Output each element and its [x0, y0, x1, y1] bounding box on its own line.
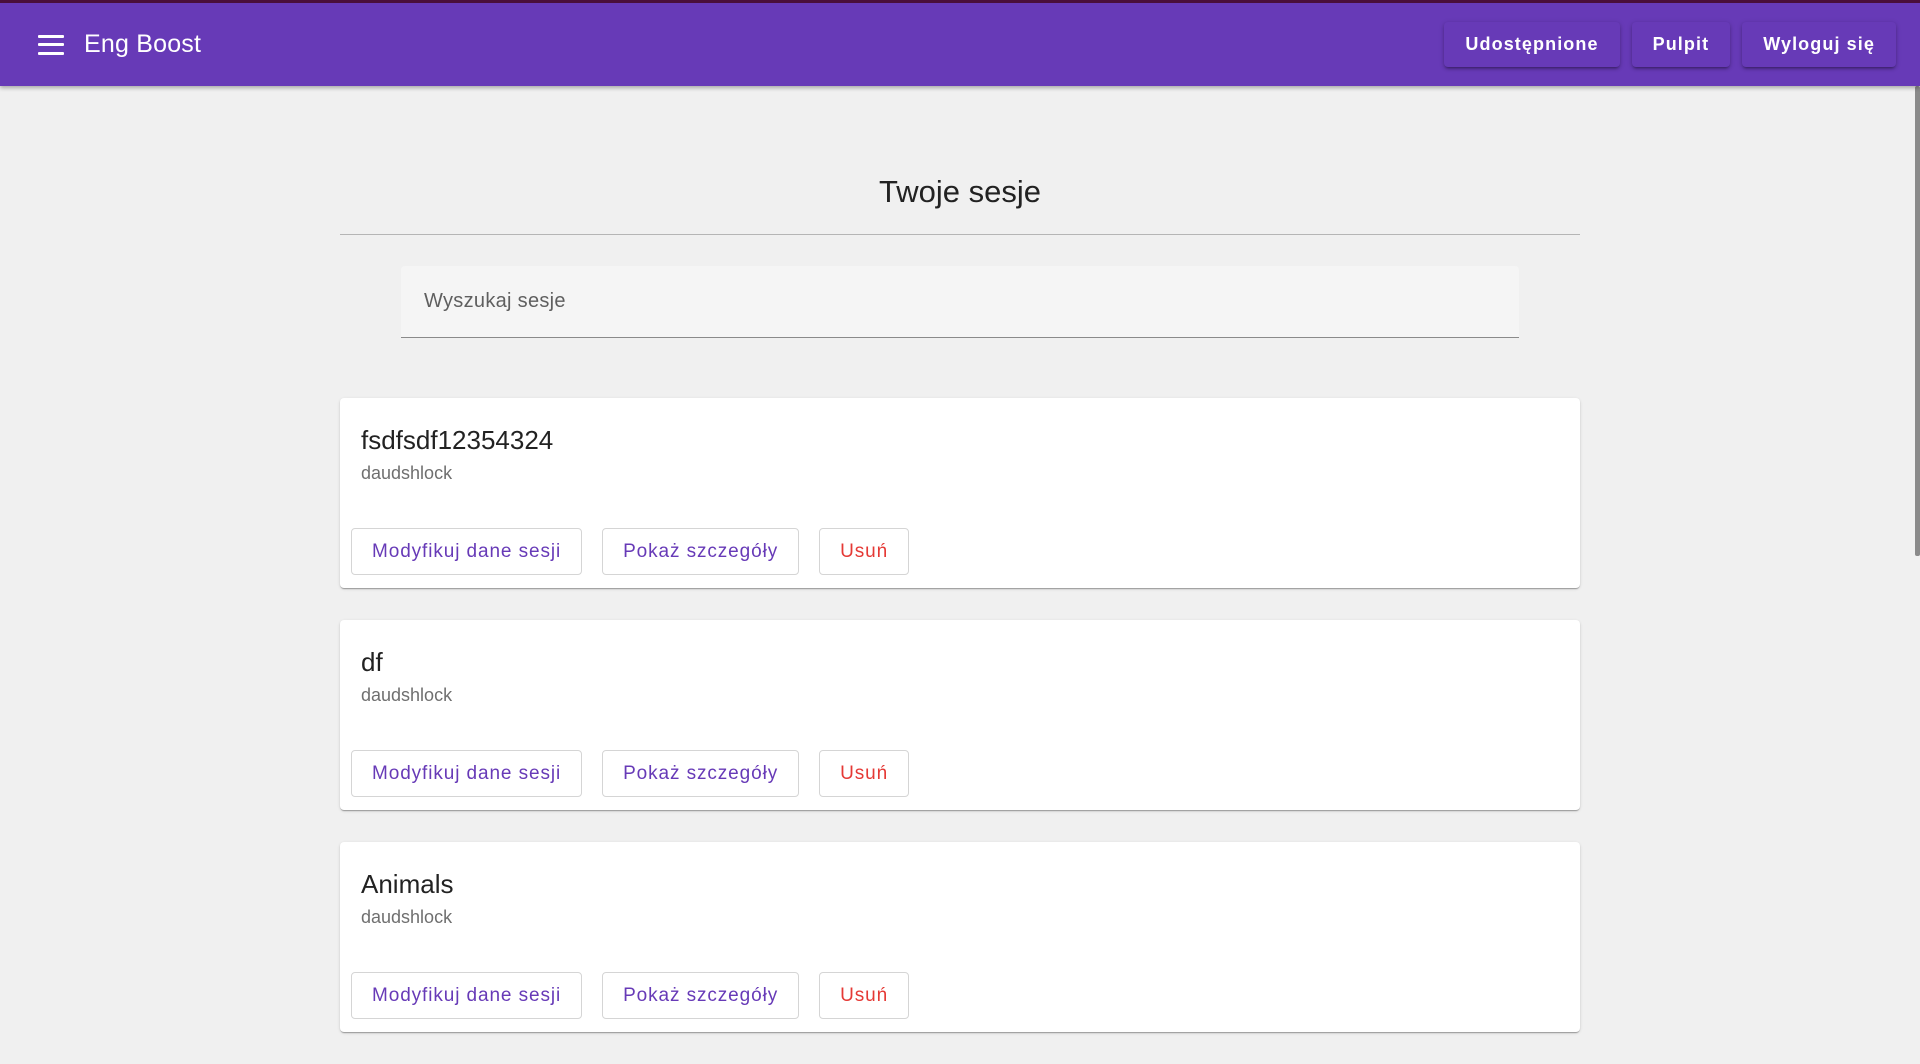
edit-session-button[interactable]: Modyfikuj dane sesji — [351, 972, 583, 1019]
show-details-button[interactable]: Pokaż szczegóły — [602, 528, 800, 575]
session-card: Animals daudshlock Modyfikuj dane sesji … — [340, 842, 1580, 1032]
session-name: fsdfsdf12354324 — [361, 425, 554, 455]
session-actions: Modyfikuj dane sesji Pokaż szczegóły Usu… — [351, 528, 929, 575]
edit-session-button[interactable]: Modyfikuj dane sesji — [351, 750, 583, 797]
app-toolbar: Eng Boost Udostępnione Pulpit Wyloguj si… — [0, 0, 1920, 86]
search-input[interactable] — [422, 289, 1498, 314]
show-details-button[interactable]: Pokaż szczegóły — [602, 750, 800, 797]
session-list: fsdfsdf12354324 daudshlock Modyfikuj dan… — [340, 398, 1580, 1032]
divider — [340, 234, 1580, 235]
shared-button[interactable]: Udostępnione — [1444, 22, 1620, 67]
scrollbar[interactable] — [1915, 86, 1920, 556]
session-owner: daudshlock — [361, 463, 453, 483]
session-card: df daudshlock Modyfikuj dane sesji Pokaż… — [340, 620, 1580, 810]
logout-button[interactable]: Wyloguj się — [1742, 22, 1896, 67]
delete-session-button[interactable]: Usuń — [819, 972, 910, 1019]
session-actions: Modyfikuj dane sesji Pokaż szczegóły Usu… — [351, 750, 929, 797]
delete-session-button[interactable]: Usuń — [819, 750, 910, 797]
app-title[interactable]: Eng Boost — [84, 30, 201, 59]
session-card: fsdfsdf12354324 daudshlock Modyfikuj dan… — [340, 398, 1580, 588]
search-field[interactable] — [401, 266, 1519, 338]
menu-icon[interactable] — [38, 34, 64, 55]
main-content: Twoje sesje fsdfsdf12354324 daudshlock M… — [340, 86, 1580, 1064]
session-owner: daudshlock — [361, 685, 453, 705]
session-name: Animals — [361, 869, 454, 899]
session-name: df — [361, 647, 383, 677]
page-title: Twoje sesje — [879, 174, 1041, 209]
session-actions: Modyfikuj dane sesji Pokaż szczegóły Usu… — [351, 972, 929, 1019]
show-details-button[interactable]: Pokaż szczegóły — [602, 972, 800, 1019]
edit-session-button[interactable]: Modyfikuj dane sesji — [351, 528, 583, 575]
dashboard-button[interactable]: Pulpit — [1631, 22, 1731, 67]
delete-session-button[interactable]: Usuń — [819, 528, 910, 575]
session-owner: daudshlock — [361, 907, 453, 927]
